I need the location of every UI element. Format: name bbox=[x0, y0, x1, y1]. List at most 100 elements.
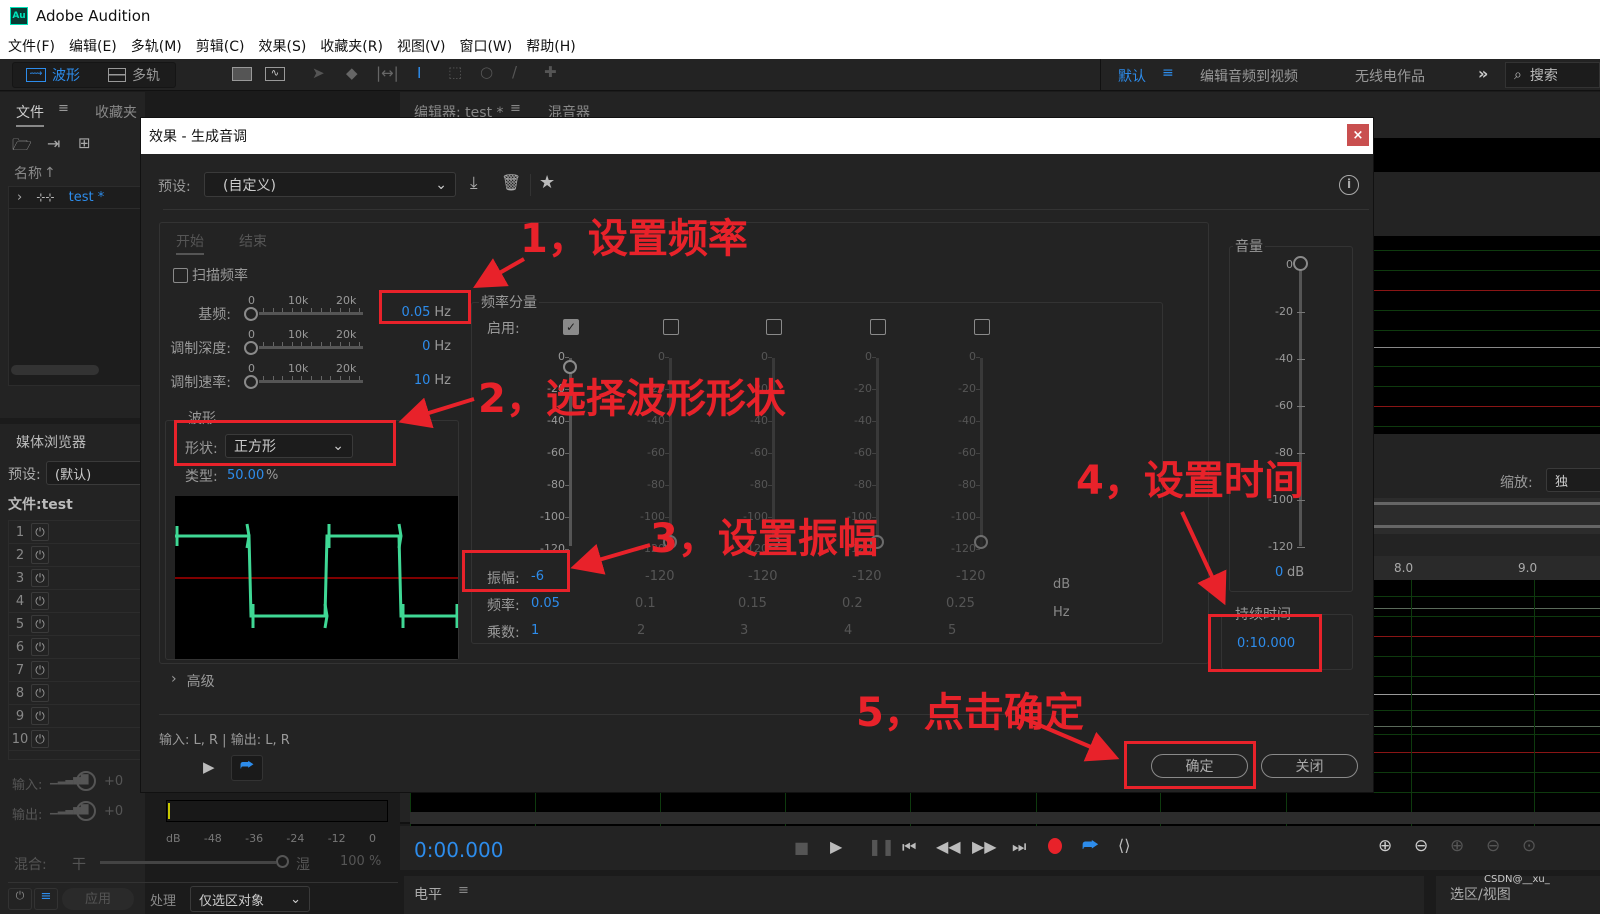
more-workspaces-icon[interactable]: » bbox=[1478, 64, 1488, 83]
multitrack-view-button[interactable]: 多轨 bbox=[108, 65, 160, 85]
workspace-radio[interactable]: 无线电作品 bbox=[1355, 66, 1425, 86]
preview-play-icon[interactable]: ▶ bbox=[203, 758, 215, 776]
spectral-frequency-icon[interactable] bbox=[232, 67, 252, 81]
vertical-resize-handle[interactable] bbox=[410, 812, 1600, 824]
effect-slot[interactable]: 2 ⏻ bbox=[9, 544, 144, 567]
waveform-view-button[interactable]: ⟿ 波形 bbox=[26, 65, 80, 85]
razor-tool-icon[interactable]: ◆ bbox=[346, 64, 358, 82]
component-2-multiplier-value[interactable]: 2 bbox=[637, 623, 645, 638]
component-1-enable-checkbox[interactable]: ✓ bbox=[563, 319, 579, 335]
workspace-menu-icon[interactable]: ≡ bbox=[1162, 65, 1174, 81]
zoom-in-time-icon[interactable]: ⊕ bbox=[1450, 836, 1464, 856]
rack-preset-select[interactable]: (默认) bbox=[46, 461, 145, 485]
move-tool-icon[interactable]: ➤ bbox=[312, 64, 325, 82]
effect-slot[interactable]: 9 ⏻ bbox=[9, 705, 144, 728]
modulation-rate-slider-handle[interactable] bbox=[244, 375, 258, 389]
menu-help[interactable]: 帮助(H) bbox=[526, 36, 575, 56]
tab-end[interactable]: 结束 bbox=[239, 231, 267, 251]
component-2-enable-checkbox[interactable] bbox=[663, 319, 679, 335]
component-5-multiplier-value[interactable]: 5 bbox=[948, 623, 956, 638]
component-4-frequency-value[interactable]: 0.2 bbox=[842, 596, 863, 611]
brush-tool-icon[interactable]: / bbox=[512, 63, 517, 81]
menu-view[interactable]: 视图(V) bbox=[397, 36, 446, 56]
waveform-channel-top[interactable] bbox=[1374, 236, 1600, 434]
effect-slot[interactable]: 4 ⏻ bbox=[9, 590, 144, 613]
tab-files[interactable]: 文件 bbox=[16, 102, 44, 127]
sweep-frequency-checkbox[interactable]: 扫描频率 bbox=[173, 265, 248, 285]
component-5-frequency-value[interactable]: 0.25 bbox=[946, 596, 975, 611]
effect-slot[interactable]: 10 ⏻ bbox=[9, 728, 144, 751]
tab-favorites[interactable]: 收藏夹 bbox=[95, 102, 137, 122]
levels-menu-icon[interactable]: ≡ bbox=[458, 883, 469, 898]
modulation-rate-slider[interactable] bbox=[259, 380, 363, 383]
info-icon[interactable]: i bbox=[1339, 175, 1359, 195]
tab-selection-view[interactable]: 选区/视图 bbox=[1450, 884, 1511, 904]
search-help-input[interactable]: ⌕ 搜索 bbox=[1505, 62, 1600, 88]
save-preset-icon[interactable]: ⤓ bbox=[470, 173, 478, 193]
power-icon[interactable]: ⏻ bbox=[31, 638, 49, 656]
component-5-amplitude-value[interactable]: -120 bbox=[956, 569, 986, 584]
component-1-frequency-value[interactable]: 0.05 bbox=[531, 596, 560, 611]
menu-clip[interactable]: 剪辑(C) bbox=[196, 36, 245, 56]
menu-file[interactable]: 文件(F) bbox=[8, 36, 55, 56]
component-3-frequency-value[interactable]: 0.15 bbox=[738, 596, 767, 611]
loop-playback-icon[interactable]: ⮫ bbox=[1082, 835, 1099, 856]
close-button[interactable]: 关闭 bbox=[1261, 754, 1358, 778]
open-file-icon[interactable]: 🗁 bbox=[12, 134, 32, 161]
power-icon[interactable]: ⏻ bbox=[31, 569, 49, 587]
component-2-amplitude-value[interactable]: -120 bbox=[645, 569, 675, 584]
modulation-rate-value-field[interactable]: 10 Hz bbox=[414, 373, 451, 388]
component-5-amplitude-slider[interactable] bbox=[980, 358, 983, 546]
preset-select[interactable]: (自定义) ⌄ bbox=[204, 172, 456, 197]
component-3-enable-checkbox[interactable] bbox=[766, 319, 782, 335]
slip-tool-icon[interactable]: |↔| bbox=[376, 64, 399, 82]
skip-to-start-icon[interactable]: ⏮ bbox=[902, 837, 916, 857]
record-icon[interactable] bbox=[1048, 838, 1062, 854]
effect-slot[interactable]: 7 ⏻ bbox=[9, 659, 144, 682]
power-icon[interactable]: ⏻ bbox=[31, 615, 49, 633]
tab-media-browser[interactable]: 媒体浏览器 bbox=[16, 432, 86, 452]
marquee-tool-icon[interactable]: ⬚ bbox=[448, 63, 462, 81]
zoom-in-amplitude-icon[interactable]: ⊕ bbox=[1378, 836, 1392, 856]
component-4-multiplier-value[interactable]: 4 bbox=[844, 623, 852, 638]
skip-selection-icon[interactable]: ⟨⟩ bbox=[1118, 836, 1130, 855]
apply-button[interactable]: 应用 bbox=[62, 888, 134, 910]
column-name-header[interactable]: 名称 ↑ bbox=[8, 160, 145, 186]
input-gain-knob[interactable] bbox=[76, 771, 96, 791]
loop-preview-icon[interactable]: ⮫ bbox=[231, 755, 263, 781]
spectral-pitch-icon[interactable]: ∿ bbox=[265, 67, 285, 81]
favorite-star-icon[interactable]: ★ bbox=[539, 172, 555, 193]
workspace-edit-audio-video[interactable]: 编辑音频到视频 bbox=[1200, 66, 1298, 86]
power-icon[interactable]: ⏻ bbox=[31, 592, 49, 610]
fast-forward-icon[interactable]: ▶▶ bbox=[972, 837, 997, 856]
workspace-default[interactable]: 默认 bbox=[1118, 66, 1146, 86]
skip-to-end-icon[interactable]: ⏭ bbox=[1012, 837, 1026, 857]
effect-slot[interactable]: 5 ⏻ bbox=[9, 613, 144, 636]
file-row[interactable]: › ⊹⊹ test * bbox=[9, 187, 144, 209]
effect-slot[interactable]: 8 ⏻ bbox=[9, 682, 144, 705]
rack-power-button[interactable]: ⏻ bbox=[8, 888, 32, 910]
horizontal-scrollbar[interactable] bbox=[11, 365, 99, 375]
base-frequency-slider-handle[interactable] bbox=[244, 307, 258, 321]
mix-slider[interactable] bbox=[100, 861, 276, 864]
power-icon[interactable]: ⏻ bbox=[31, 546, 49, 564]
power-icon[interactable]: ⏻ bbox=[31, 730, 49, 748]
volume-value[interactable]: 0 bbox=[1275, 565, 1283, 580]
rewind-icon[interactable]: ◀◀ bbox=[936, 837, 961, 856]
menu-effects[interactable]: 效果(S) bbox=[258, 36, 306, 56]
type-value[interactable]: 50.00 bbox=[227, 468, 264, 483]
power-icon[interactable]: ⏻ bbox=[31, 523, 49, 541]
power-icon[interactable]: ⏻ bbox=[31, 661, 49, 679]
modulation-depth-slider-handle[interactable] bbox=[244, 341, 258, 355]
healing-tool-icon[interactable]: ✚ bbox=[544, 63, 557, 81]
lasso-tool-icon[interactable]: ○ bbox=[480, 63, 493, 81]
menu-edit[interactable]: 编辑(E) bbox=[69, 36, 117, 56]
tab-start[interactable]: 开始 bbox=[176, 231, 204, 255]
menu-multitrack[interactable]: 多轨(M) bbox=[131, 36, 182, 56]
modulation-depth-value-field[interactable]: 0 Hz bbox=[422, 339, 451, 354]
zoom-full-icon[interactable]: ⊙ bbox=[1522, 836, 1536, 856]
menu-window[interactable]: 窗口(W) bbox=[459, 36, 512, 56]
volume-slider-handle[interactable] bbox=[1293, 256, 1308, 271]
zoom-mode-select[interactable]: 独 bbox=[1546, 468, 1600, 492]
zoom-out-time-icon[interactable]: ⊖ bbox=[1486, 836, 1500, 856]
